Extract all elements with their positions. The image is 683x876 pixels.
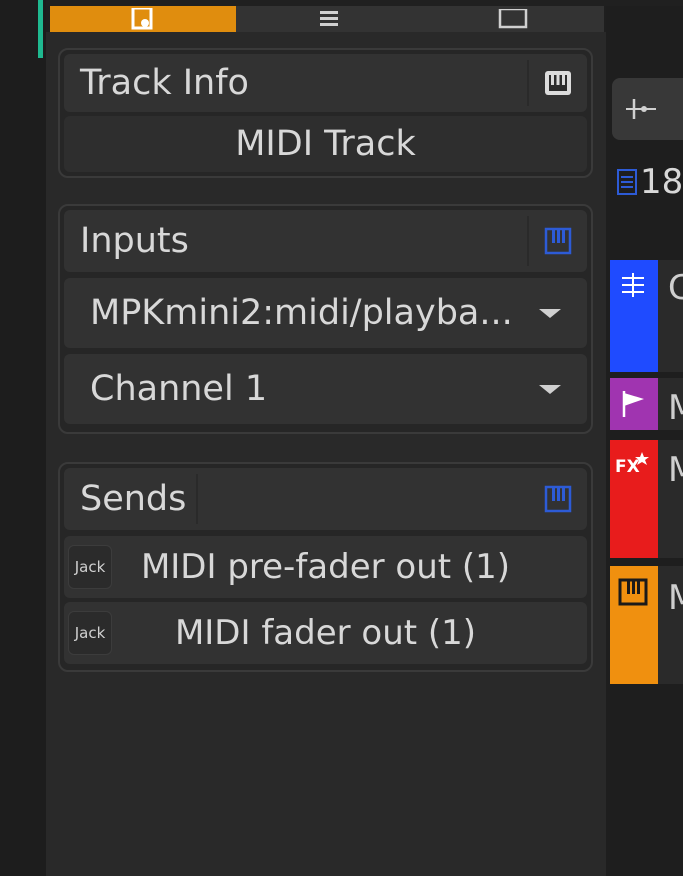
track-color-midi[interactable] [610,566,658,684]
track-name-midi[interactable]: M [668,578,683,618]
piano-keys-icon [543,484,573,514]
send-label: MIDI fader out (1) [174,613,477,653]
inspector-panel: Track Info MIDI Track Inputs MPKmini2:mi… [46,6,606,876]
input-device-combo[interactable]: MPKmini2:midi/playba... [64,278,587,348]
piano-keys-icon [618,578,648,606]
track-count: 18 [616,162,683,202]
send-row[interactable]: Jack MIDI pre-fader out (1) [64,536,587,598]
track-color-marker[interactable] [610,378,658,430]
svg-text:FX: FX [615,457,640,477]
selection-accent [38,0,43,58]
track-name-fx[interactable]: M [668,450,683,490]
track-info-header[interactable]: Track Info [64,54,587,112]
track-color-chord[interactable] [610,260,658,372]
track-info-group: Track Info MIDI Track [58,48,593,178]
inputs-title: Inputs [80,221,189,261]
fx-icon: FX [615,452,649,477]
tab-track-properties[interactable] [50,6,236,32]
marker-flag-icon [622,391,644,417]
sends-header[interactable]: Sends [64,468,587,530]
input-device-value: MPKmini2:midi/playba... [90,293,513,333]
inputs-group: Inputs MPKmini2:midi/playba... Channel 1 [58,204,593,434]
header-separator [196,474,198,524]
send-label: MIDI pre-fader out (1) [140,547,511,587]
track-type-value: MIDI Track [235,124,416,164]
tab-list[interactable] [236,6,422,32]
track-count-value: 18 [640,162,683,202]
chevron-down-icon [539,308,561,318]
jack-badge: Jack [68,545,112,589]
inspector-tabbar [46,6,606,32]
tracklist-toolbar-button[interactable] [612,78,683,140]
left-rail [0,0,46,876]
input-channel-combo[interactable]: Channel 1 [64,354,587,424]
note-icon [131,8,153,30]
sends-title: Sends [80,479,187,519]
list-icon [617,169,637,195]
tracklist-panel: 18 C M FX M M [606,6,683,876]
input-channel-value: Channel 1 [90,369,268,409]
track-color-fx[interactable]: FX [610,440,658,558]
sends-group: Sends Jack MIDI pre-fader out (1) Jack M… [58,462,593,672]
track-type-row[interactable]: MIDI Track [64,116,587,172]
inputs-header[interactable]: Inputs [64,210,587,272]
snap-icon [626,99,656,119]
square-icon [498,9,528,29]
track-name-marker[interactable]: M [668,388,683,428]
piano-keys-icon [543,68,573,98]
piano-keys-icon [543,226,573,256]
chord-track-icon [622,273,644,297]
track-name-chord[interactable]: C [668,268,683,308]
track-info-title: Track Info [80,63,249,103]
send-row[interactable]: Jack MIDI fader out (1) [64,602,587,664]
chevron-down-icon [539,384,561,394]
tab-square[interactable] [422,6,604,32]
jack-badge: Jack [68,611,112,655]
header-separator [527,216,529,266]
list-icon [320,11,338,26]
header-separator [527,60,529,106]
